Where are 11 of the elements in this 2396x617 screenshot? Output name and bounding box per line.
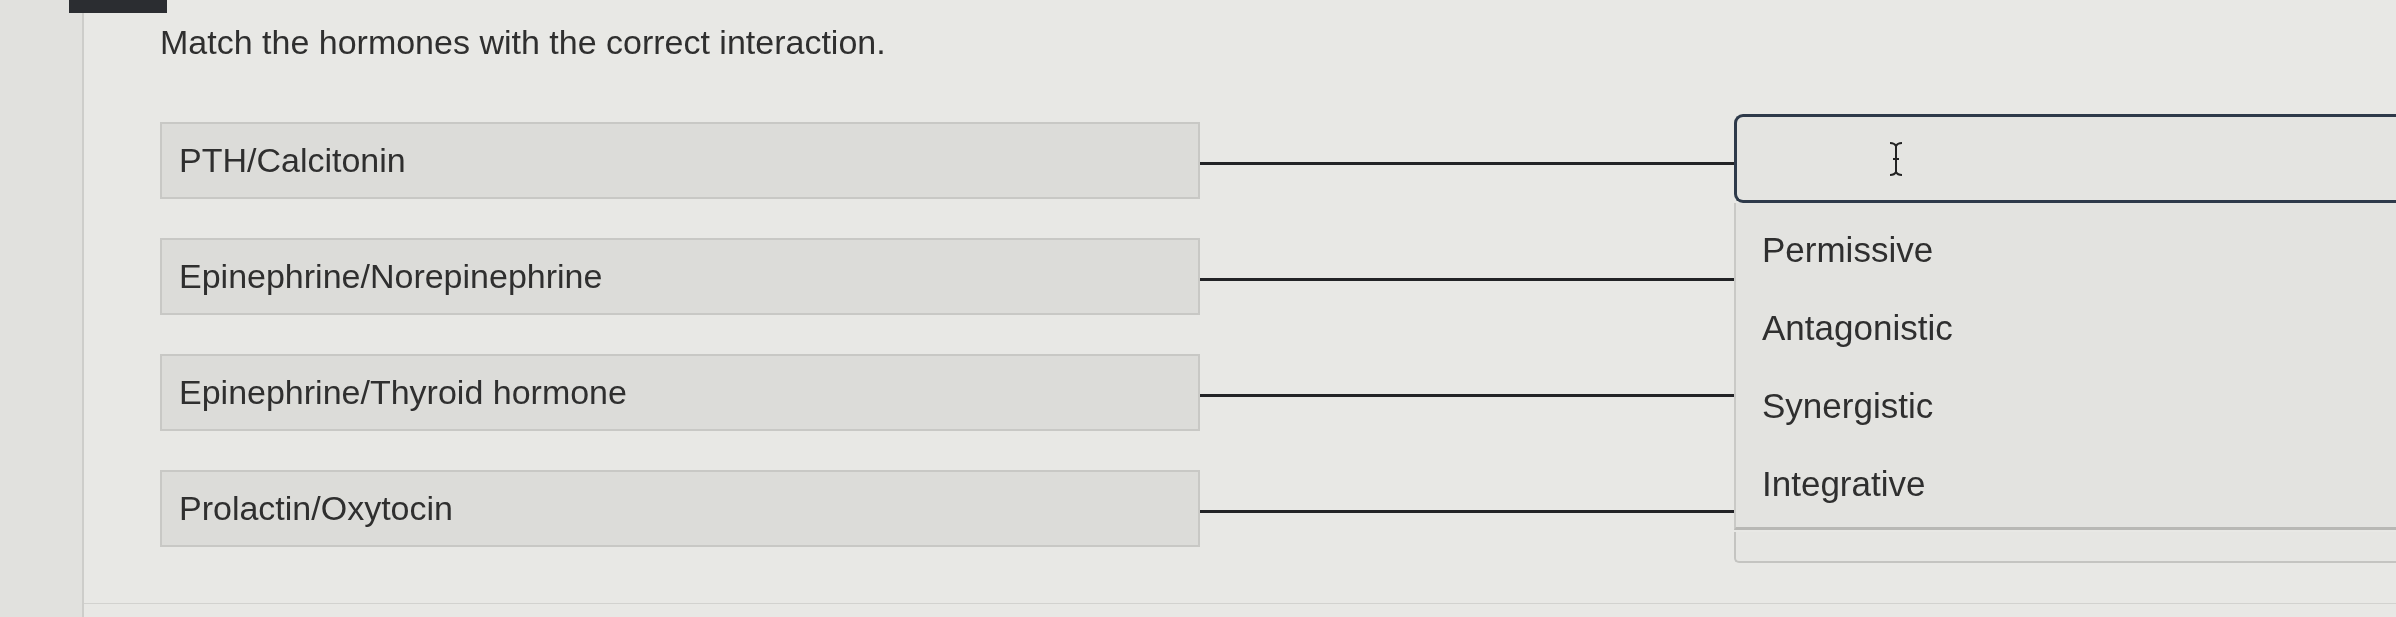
answer-select[interactable] <box>1734 114 2396 203</box>
dropdown-option[interactable]: Synergistic <box>1736 367 2396 445</box>
dropdown-option[interactable]: Antagonistic <box>1736 289 2396 367</box>
question-prompt: Match the hormones with the correct interaction. <box>160 22 886 62</box>
text-cursor-icon <box>1889 141 1903 176</box>
dropdown-option[interactable]: Permissive <box>1736 211 2396 289</box>
premise-item: Epinephrine/Norepinephrine <box>160 238 1200 315</box>
dropdown-option[interactable]: Integrative <box>1736 445 2396 523</box>
premise-item: Epinephrine/Thyroid hormone <box>160 354 1200 431</box>
premise-item: Prolactin/Oxytocin <box>160 470 1200 547</box>
premise-item: PTH/Calcitonin <box>160 122 1200 199</box>
